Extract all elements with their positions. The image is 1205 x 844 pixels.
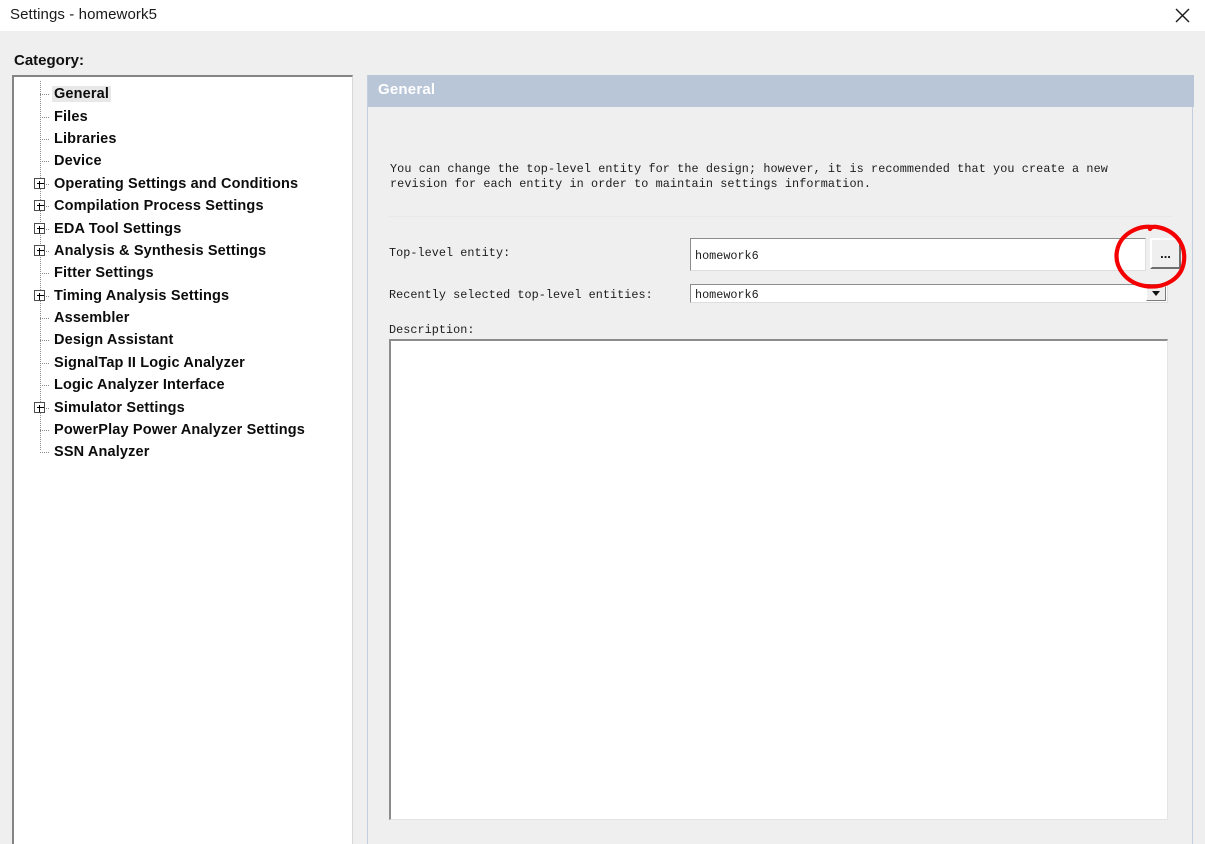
category-item-label: Simulator Settings [54, 399, 185, 416]
category-item-label: Timing Analysis Settings [54, 287, 230, 304]
category-item-label: PowerPlay Power Analyzer Settings [54, 422, 305, 439]
category-item-fitter-settings[interactable]: Fitter Settings [14, 262, 352, 284]
category-item-logic-analyzer-interface[interactable]: Logic Analyzer Interface [14, 374, 352, 396]
tree-connector [28, 374, 52, 396]
tree-connector [28, 352, 52, 374]
expand-toggle[interactable] [28, 240, 52, 262]
category-item-label: Compilation Process Settings [54, 198, 264, 215]
expand-toggle[interactable] [28, 173, 52, 195]
category-item-timing-analysis-settings[interactable]: Timing Analysis Settings [14, 285, 352, 307]
tree-connector [28, 106, 52, 128]
category-item-general[interactable]: General [14, 83, 352, 105]
expand-toggle[interactable] [28, 195, 52, 217]
category-item-label: Analysis & Synthesis Settings [54, 242, 267, 259]
title-bar: Settings - homework5 [0, 0, 1205, 31]
description-textarea[interactable] [389, 339, 1168, 820]
tree-connector [28, 329, 52, 351]
close-icon [1175, 8, 1189, 23]
category-item-label: EDA Tool Settings [54, 220, 182, 237]
category-item-label: Libraries [54, 130, 117, 147]
category-item-files[interactable]: Files [14, 105, 352, 127]
category-item-label: Device [54, 153, 102, 170]
category-tree-panel[interactable]: General Files Libraries Device Operating Set… [12, 75, 353, 844]
category-item-label: SSN Analyzer [54, 444, 150, 461]
category-item-device[interactable]: Device [14, 150, 352, 172]
tree-connector [28, 128, 52, 150]
top-level-entity-input[interactable] [690, 238, 1146, 271]
plus-icon [34, 289, 45, 301]
dialog-body: Category: General Files Libraries Device Ope… [0, 31, 1205, 844]
tree-connector [28, 307, 52, 329]
plus-icon [34, 244, 45, 256]
panel-header: General [368, 75, 1194, 107]
category-item-signaltap-ii-logic-analyzer[interactable]: SignalTap II Logic Analyzer [14, 352, 352, 374]
category-item-label: Assembler [54, 310, 130, 327]
category-item-design-assistant[interactable]: Design Assistant [14, 329, 352, 351]
category-item-compilation-process-settings[interactable]: Compilation Process Settings [14, 195, 352, 217]
close-button[interactable] [1159, 0, 1205, 31]
expand-toggle[interactable] [28, 285, 52, 307]
category-item-label: Files [54, 108, 88, 125]
panel-description-text: You can change the top-level entity for … [390, 162, 1108, 191]
top-level-entity-label: Top-level entity: [389, 246, 511, 260]
category-item-label: SignalTap II Logic Analyzer [54, 354, 245, 371]
panel-header-title: General [378, 81, 436, 98]
tree-connector [28, 150, 52, 172]
window-title: Settings - homework5 [10, 6, 158, 23]
expand-toggle[interactable] [28, 397, 52, 419]
plus-icon [34, 200, 45, 212]
browse-button[interactable]: ... [1150, 238, 1181, 269]
category-tree: General Files Libraries Device Operating Set… [14, 77, 352, 464]
category-item-operating-settings-and-conditions[interactable]: Operating Settings and Conditions [14, 173, 352, 195]
category-item-libraries[interactable]: Libraries [14, 128, 352, 150]
recent-entities-label: Recently selected top-level entities: [389, 288, 653, 302]
ellipsis-icon: ... [1160, 245, 1171, 261]
category-item-label: Operating Settings and Conditions [54, 175, 299, 192]
section-divider [389, 216, 1173, 217]
category-item-label: Fitter Settings [54, 265, 154, 282]
category-item-ssn-analyzer[interactable]: SSN Analyzer [14, 441, 352, 463]
category-item-powerplay-power-analyzer-settings[interactable]: PowerPlay Power Analyzer Settings [14, 419, 352, 441]
general-settings-panel: General You can change the top-level ent… [367, 75, 1194, 844]
category-item-label: Logic Analyzer Interface [54, 377, 225, 394]
chevron-down-icon [1152, 291, 1160, 296]
plus-icon [34, 222, 45, 234]
description-label: Description: [389, 323, 475, 337]
settings-dialog: Settings - homework5 Category: General Fi… [0, 0, 1205, 844]
tree-connector [28, 441, 52, 463]
category-item-assembler[interactable]: Assembler [14, 307, 352, 329]
tree-connector [28, 83, 52, 105]
category-item-label: Design Assistant [54, 332, 174, 349]
recent-entities-dropdown-button[interactable] [1146, 286, 1166, 301]
tree-connector [28, 262, 52, 284]
category-item-eda-tool-settings[interactable]: EDA Tool Settings [14, 217, 352, 239]
recent-entities-combo[interactable] [690, 284, 1168, 303]
tree-connector [28, 419, 52, 441]
category-item-simulator-settings[interactable]: Simulator Settings [14, 396, 352, 418]
category-label: Category: [14, 52, 85, 69]
plus-icon [34, 177, 45, 189]
plus-icon [34, 401, 45, 413]
category-item-label: General [52, 86, 112, 103]
category-item-analysis-synthesis-settings[interactable]: Analysis & Synthesis Settings [14, 240, 352, 262]
expand-toggle[interactable] [28, 218, 52, 240]
